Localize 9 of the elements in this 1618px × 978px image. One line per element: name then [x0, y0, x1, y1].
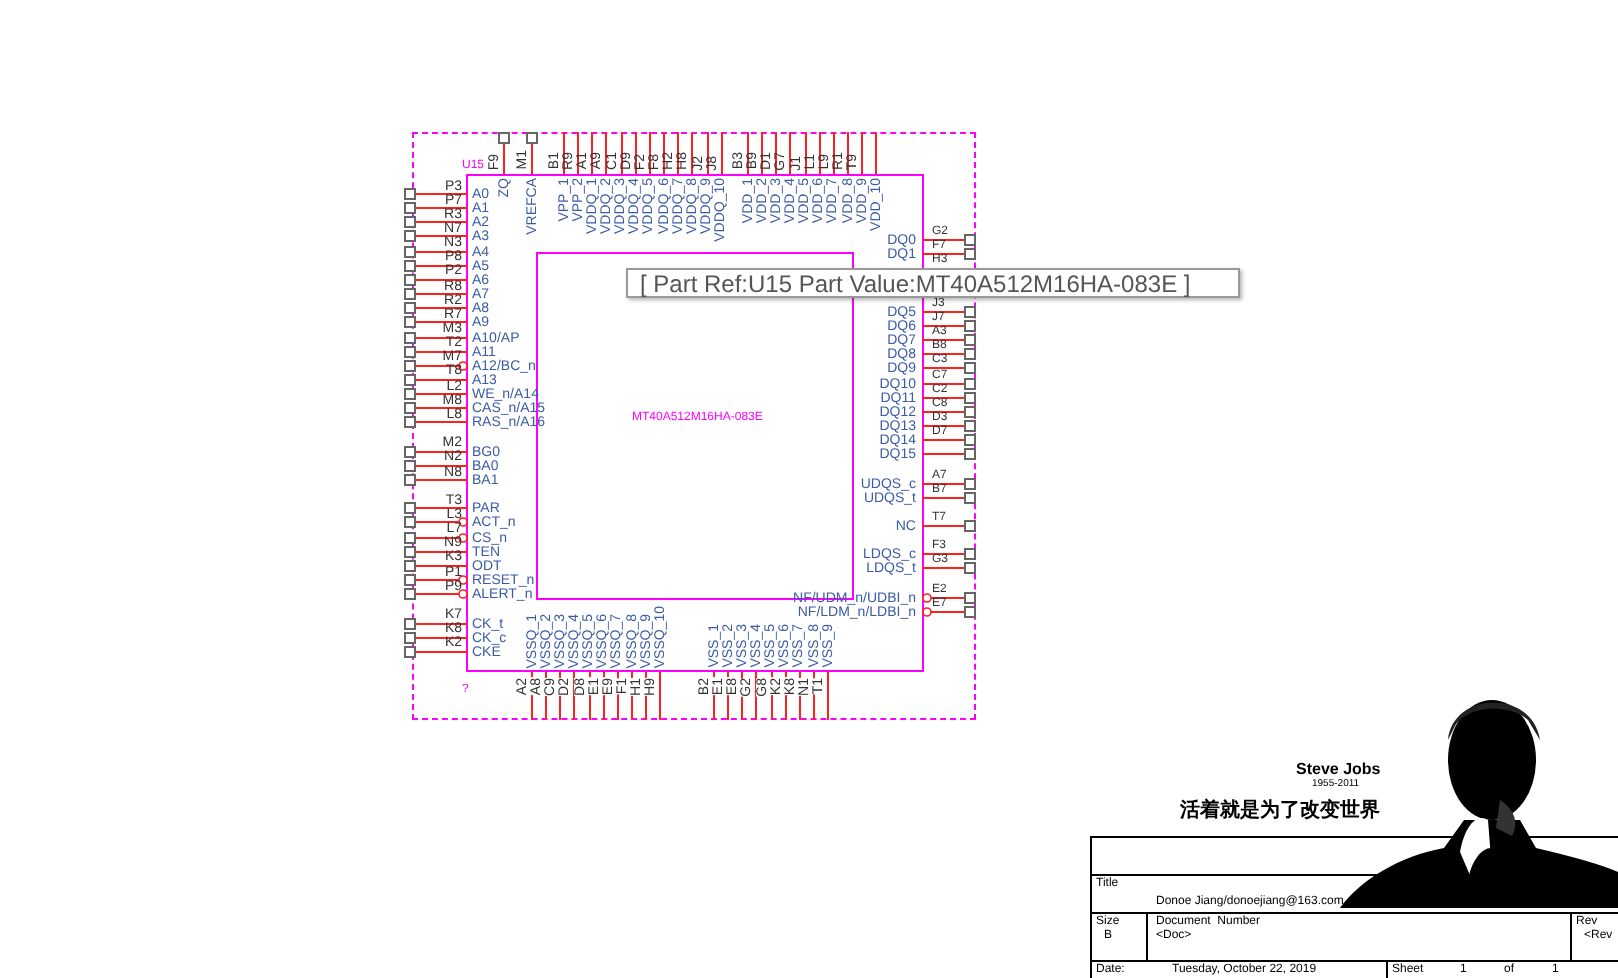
pin-line	[498, 132, 510, 174]
pin-line	[526, 132, 538, 174]
pin-line	[658, 672, 663, 720]
artwork-caption: Steve Jobs	[1296, 762, 1381, 778]
tooltip: [ Part Ref:U15 Part Value:MT40A512M16HA-083E ]	[626, 268, 1240, 298]
artwork-motto: 活着就是为了改变世界	[1180, 802, 1380, 822]
pin-line	[572, 672, 577, 720]
pin-line	[826, 672, 831, 720]
pin-line	[754, 672, 759, 720]
